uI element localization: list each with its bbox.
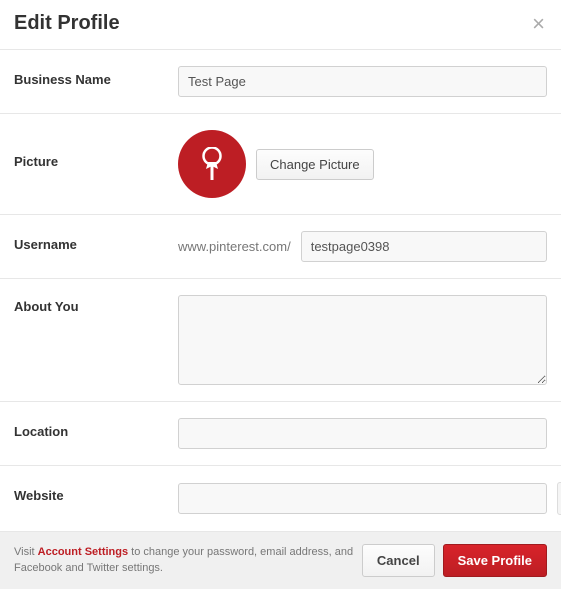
about-textarea[interactable]	[178, 295, 547, 385]
label-location: Location	[14, 418, 178, 439]
location-input[interactable]	[178, 418, 547, 449]
account-settings-link[interactable]: Account Settings	[38, 546, 128, 558]
modal-footer: Visit Account Settings to change your pa…	[0, 532, 561, 589]
label-website: Website	[14, 482, 178, 503]
website-input[interactable]	[178, 483, 547, 514]
row-username: Username www.pinterest.com/	[0, 215, 561, 279]
row-business-name: Business Name	[0, 50, 561, 114]
username-input[interactable]	[301, 231, 547, 262]
label-business-name: Business Name	[14, 66, 178, 87]
pin-icon	[200, 147, 224, 181]
row-location: Location	[0, 402, 561, 466]
business-name-input[interactable]	[178, 66, 547, 97]
modal-title: Edit Profile	[14, 12, 120, 35]
save-profile-button[interactable]: Save Profile	[443, 544, 547, 577]
avatar	[178, 130, 246, 198]
row-about: About You	[0, 279, 561, 402]
label-about: About You	[14, 295, 178, 314]
cancel-button[interactable]: Cancel	[362, 544, 435, 577]
close-icon[interactable]: ×	[532, 13, 545, 35]
row-website: Website Verify Website	[0, 466, 561, 532]
edit-profile-modal: Edit Profile × Business Name Picture Cha…	[0, 0, 561, 589]
row-picture: Picture Change Picture	[0, 114, 561, 215]
change-picture-button[interactable]: Change Picture	[256, 149, 374, 180]
verify-website-button[interactable]: Verify Website	[557, 482, 561, 515]
footer-text: Visit Account Settings to change your pa…	[14, 545, 354, 576]
label-username: Username	[14, 231, 178, 252]
modal-header: Edit Profile ×	[0, 0, 561, 50]
label-picture: Picture	[14, 130, 178, 169]
username-prefix: www.pinterest.com/	[178, 239, 291, 254]
